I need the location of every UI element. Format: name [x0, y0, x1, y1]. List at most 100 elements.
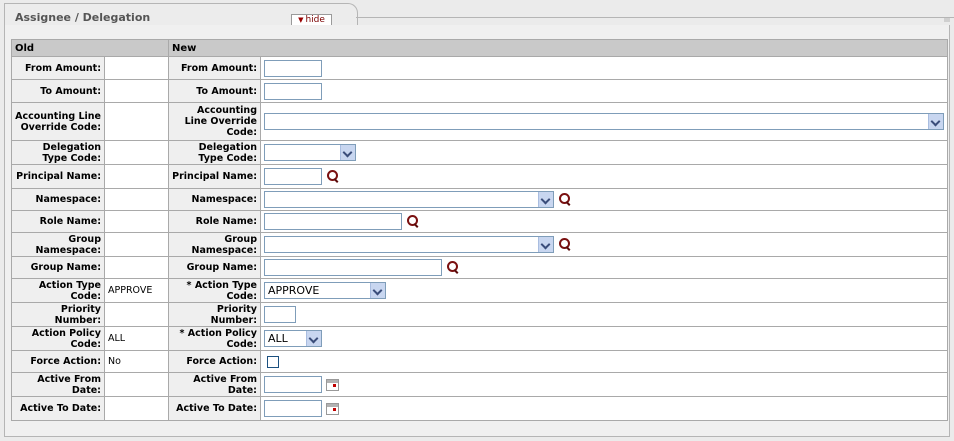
chevron-down-icon[interactable] [928, 114, 943, 129]
select-dropdown[interactable] [264, 191, 554, 208]
old-field-label: Action Type Code: [11, 278, 105, 303]
old-field-label: Active From Date: [11, 372, 105, 397]
new-field-input-cell [259, 140, 949, 165]
lookup-search-icon[interactable] [558, 238, 571, 251]
old-field-value: ALL [104, 326, 169, 351]
new-field-input-cell [259, 164, 949, 189]
delegation-table: Old New From Amount: From Amount: To Amoun… [11, 39, 949, 421]
select-value: ALL [268, 332, 288, 345]
new-field-label: Delegation Type Code: [168, 140, 261, 165]
text-input[interactable] [264, 59, 322, 77]
old-field-label: Priority Number: [11, 302, 105, 327]
new-field-label: Active To Date: [168, 396, 261, 421]
new-field-input-cell [259, 372, 949, 397]
old-field-label: Role Name: [11, 210, 105, 233]
triangle-down-icon: ▼ [298, 16, 304, 24]
old-field-value [104, 256, 169, 279]
select-dropdown[interactable]: ALL [264, 330, 322, 347]
new-field-label: Group Name: [168, 256, 261, 279]
chevron-down-icon[interactable] [538, 192, 553, 207]
lookup-search-icon[interactable] [558, 193, 571, 206]
assignee-delegation-panel: Assignee / Delegation ▼ hide Old New From… [0, 0, 954, 441]
table-row: Active To Date: Active To Date: [11, 396, 949, 421]
new-field-input-cell [259, 302, 949, 327]
section-tab: Assignee / Delegation ▼ hide [4, 3, 358, 27]
chevron-down-icon[interactable] [370, 283, 385, 298]
corner-decoration [944, 18, 950, 22]
text-input[interactable] [264, 168, 322, 185]
hide-button-label: hide [305, 15, 325, 25]
table-row: Action Policy Code: ALL * Action Policy Co… [11, 326, 949, 351]
text-input[interactable] [264, 213, 402, 230]
table-row: Role Name: Role Name: [11, 210, 949, 233]
lookup-search-icon[interactable] [406, 215, 419, 228]
new-field-label: Role Name: [168, 210, 261, 233]
text-input[interactable] [264, 82, 322, 100]
old-field-label: Accounting Line Override Code: [11, 102, 105, 141]
table-row: Active From Date: Active From Date: [11, 372, 949, 397]
select-dropdown[interactable] [264, 236, 554, 253]
old-field-label: Namespace: [11, 188, 105, 211]
table-row: Group Name: Group Name: [11, 256, 949, 279]
old-field-label: Force Action: [11, 350, 105, 373]
calendar-icon[interactable] [326, 402, 339, 415]
select-value: APPROVE [268, 284, 320, 297]
text-input[interactable] [264, 400, 322, 417]
chevron-down-icon[interactable] [306, 331, 321, 346]
new-field-input-cell [259, 256, 949, 279]
text-input[interactable] [264, 376, 322, 393]
table-row: Group Namespace: Group Namespace: [11, 232, 949, 257]
table-row: Accounting Line Override Code: Accounting… [11, 102, 949, 141]
text-input[interactable] [264, 259, 442, 276]
table-row: Force Action: No Force Action: [11, 350, 949, 373]
new-field-label: Group Namespace: [168, 232, 261, 257]
old-field-label: To Amount: [11, 79, 105, 103]
table-header-row: Old New [11, 39, 949, 57]
old-field-value: No [104, 350, 169, 373]
new-field-input-cell [259, 350, 949, 373]
select-dropdown[interactable]: APPROVE [264, 282, 386, 299]
new-field-input-cell [259, 232, 949, 257]
old-field-label: Principal Name: [11, 164, 105, 189]
new-field-label: Namespace: [168, 188, 261, 211]
old-column-header: Old [11, 39, 169, 57]
old-field-value: APPROVE [104, 278, 169, 303]
new-field-label: Principal Name: [168, 164, 261, 189]
old-field-label: Group Name: [11, 256, 105, 279]
old-field-value [104, 210, 169, 233]
new-field-input-cell: APPROVE [259, 278, 949, 303]
new-field-input-cell: ALL [259, 326, 949, 351]
old-field-value [104, 79, 169, 103]
new-field-label: To Amount: [168, 79, 261, 103]
chevron-down-icon[interactable] [538, 237, 553, 252]
new-field-label: * Action Policy Code: [168, 326, 261, 351]
lookup-search-icon[interactable] [326, 170, 339, 183]
calendar-icon[interactable] [326, 378, 339, 391]
new-field-input-cell [259, 56, 949, 80]
old-field-value [104, 56, 169, 80]
lookup-search-icon[interactable] [446, 261, 459, 274]
table-row: From Amount: From Amount: [11, 56, 949, 80]
text-input[interactable] [264, 306, 296, 323]
old-field-value [104, 102, 169, 141]
section-content: Old New From Amount: From Amount: To Amoun… [4, 25, 950, 437]
table-row: Namespace: Namespace: [11, 188, 949, 211]
new-field-input-cell [259, 396, 949, 421]
old-field-label: Active To Date: [11, 396, 105, 421]
new-field-label: * Action Type Code: [168, 278, 261, 303]
old-field-value [104, 396, 169, 421]
new-field-label: From Amount: [168, 56, 261, 80]
new-field-input-cell [259, 188, 949, 211]
old-field-value [104, 140, 169, 165]
select-dropdown[interactable] [264, 113, 944, 130]
new-field-input-cell [259, 79, 949, 103]
force-action-checkbox[interactable] [267, 355, 279, 368]
new-column-header: New [167, 39, 949, 57]
chevron-down-icon[interactable] [340, 145, 355, 160]
select-dropdown[interactable] [264, 144, 356, 161]
table-row: Priority Number: Priority Number: [11, 302, 949, 327]
old-field-value [104, 372, 169, 397]
new-field-label: Active From Date: [168, 372, 261, 397]
old-field-label: Group Namespace: [11, 232, 105, 257]
old-field-value [104, 164, 169, 189]
